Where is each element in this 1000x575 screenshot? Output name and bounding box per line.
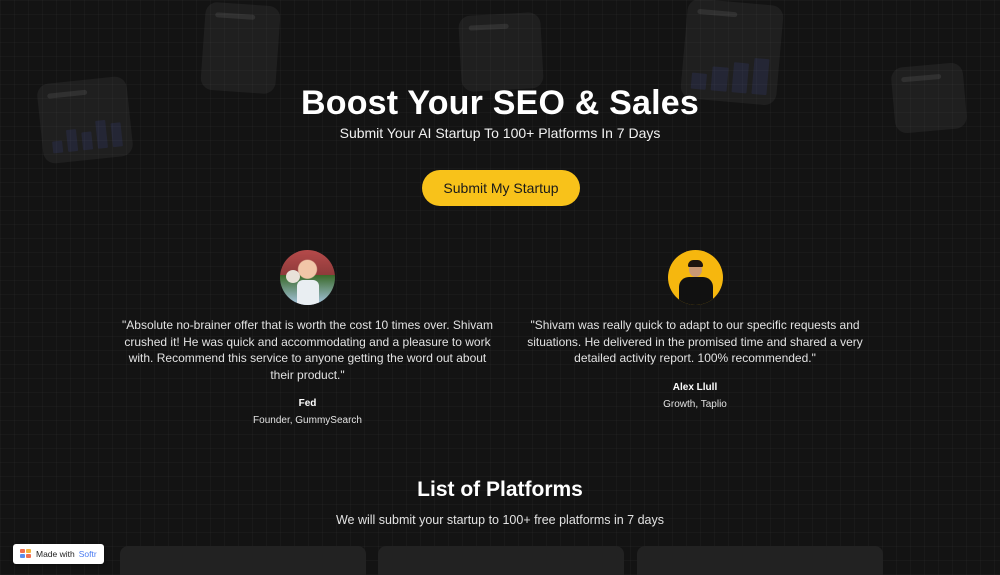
- platforms-section-title: List of Platforms: [417, 478, 583, 501]
- platform-card[interactable]: [120, 546, 366, 575]
- testimonial-card: "Absolute no-brainer offer that is worth…: [120, 250, 495, 426]
- avatar: [667, 250, 723, 305]
- avatar: [280, 250, 335, 305]
- testimonial-role: Founder, GummySearch: [253, 415, 362, 426]
- testimonial-quote: "Shivam was really quick to adapt to our…: [527, 318, 863, 365]
- testimonial-role: Growth, Taplio: [663, 398, 727, 410]
- hero-title: Boost Your SEO & Sales: [300, 84, 700, 122]
- submit-startup-button[interactable]: Submit My Startup: [422, 170, 580, 206]
- decorative-stat-card: [458, 11, 544, 93]
- testimonial-card: "Shivam was really quick to adapt to our…: [505, 250, 885, 410]
- badge-brand: Softr: [78, 549, 97, 559]
- decorative-stat-card: [200, 1, 281, 95]
- made-with-softr-badge[interactable]: Made with Softr: [13, 544, 104, 564]
- softr-logo-icon: [20, 549, 32, 559]
- platforms-section-subtitle: We will submit your startup to 100+ free…: [335, 513, 665, 527]
- testimonial-author: Fed: [298, 398, 317, 409]
- platform-card[interactable]: [637, 546, 883, 575]
- hero-subtitle: Submit Your AI Startup To 100+ Platforms…: [339, 125, 661, 141]
- testimonial-quote: "Absolute no-brainer offer that is worth…: [122, 318, 493, 382]
- badge-text: Made with: [36, 549, 75, 559]
- testimonial-author: Alex Llull: [672, 381, 718, 393]
- platform-card[interactable]: [378, 546, 624, 575]
